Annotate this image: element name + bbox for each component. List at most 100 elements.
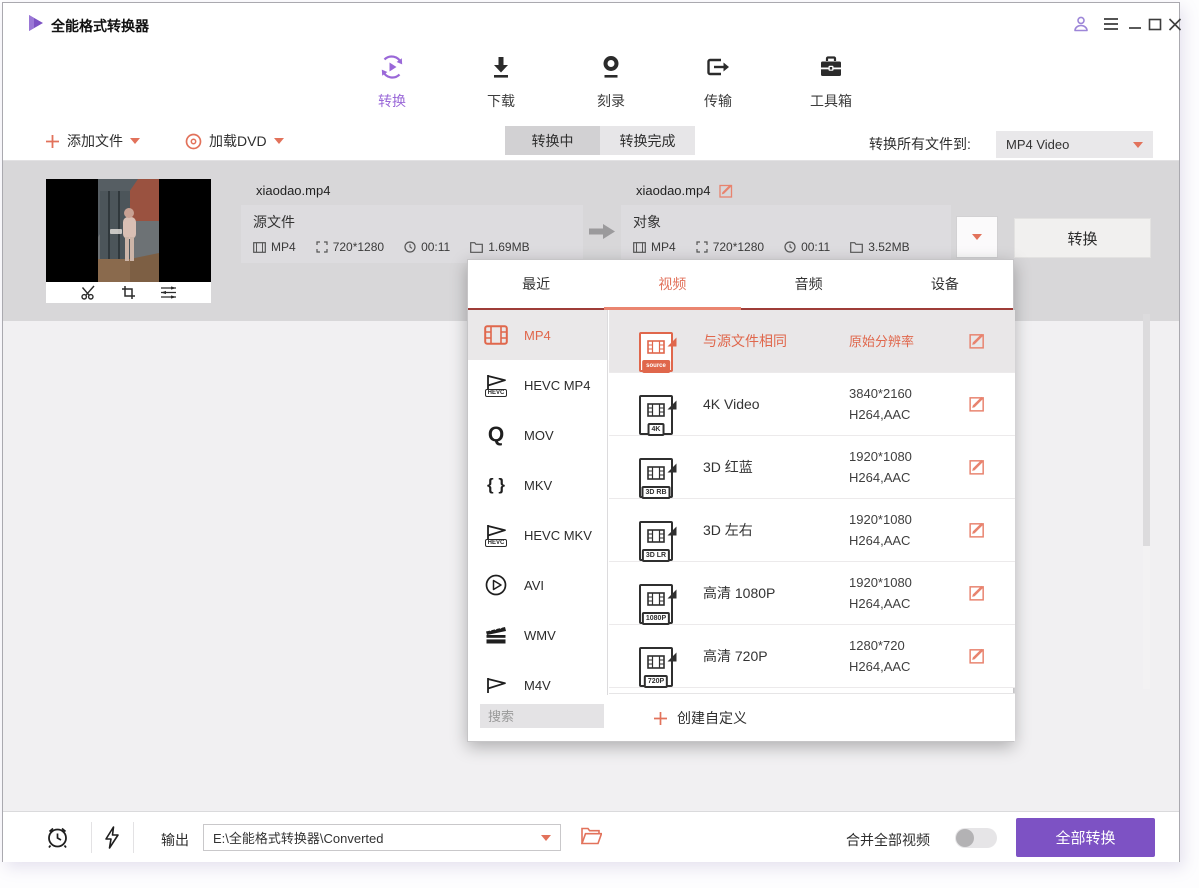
preset-scrollbar[interactable] <box>1143 314 1150 689</box>
tab-device[interactable]: 设备 <box>877 260 1013 308</box>
preset-same-as-source[interactable]: source 与源文件相同 原始分辨率 <box>609 310 1015 373</box>
minimize-icon[interactable] <box>1125 14 1145 34</box>
edit-preset-icon[interactable] <box>969 647 986 664</box>
preset-resolution: 3840*2160 <box>849 386 912 401</box>
format-item-mp4[interactable]: MP4 <box>468 310 607 360</box>
preset-3d-left-right[interactable]: 3D LR 3D 左右 1920*1080H264,AAC <box>609 499 1015 562</box>
quicktime-q-icon: Q <box>481 425 511 445</box>
nav-tab-convert[interactable]: 转换 <box>340 47 444 117</box>
preset-hd-1080p[interactable]: 1080P 高清 1080P 1920*1080H264,AAC <box>609 562 1015 625</box>
high-speed-icon[interactable] <box>103 826 121 849</box>
preset-name: 3D 左右 <box>703 520 753 540</box>
preset-specs: 1920*1080H264,AAC <box>849 446 912 488</box>
tab-converting[interactable]: 转换中 <box>505 126 600 155</box>
format-picker-tabs: 最近 视频 音频 设备 <box>468 260 1013 308</box>
load-dvd-button[interactable]: 加载DVD <box>185 130 284 152</box>
add-files-button[interactable]: 添加文件 <box>45 130 140 152</box>
account-icon[interactable] <box>1071 14 1091 34</box>
preset-resolution: 1280*720 <box>849 638 905 653</box>
preset-codec: H264,AAC <box>849 407 910 422</box>
effects-adjust-icon[interactable] <box>160 285 177 300</box>
preset-name: 高清 720P <box>703 646 768 666</box>
chevron-down-icon <box>541 835 551 841</box>
1080p-preset-icon: 1080P <box>639 584 673 624</box>
nav-tab-label: 转换 <box>340 91 444 111</box>
tab-audio[interactable]: 音频 <box>741 260 877 308</box>
meta-duration: 00:11 <box>404 240 450 254</box>
tab-recent[interactable]: 最近 <box>468 260 604 308</box>
convert-all-to-label: 转换所有文件到: <box>869 134 971 154</box>
convert-row-button[interactable]: 转换 <box>1014 218 1151 258</box>
nav-tab-toolbox[interactable]: 工具箱 <box>779 47 883 117</box>
meta-resolution: 720*1280 <box>696 240 764 254</box>
search-input[interactable] <box>480 704 604 728</box>
scrollbar-thumb[interactable] <box>1143 314 1150 546</box>
target-info-title: 对象 <box>633 212 939 232</box>
format-item-mkv[interactable]: { } MKV <box>468 460 607 510</box>
play-circle-icon <box>481 574 511 596</box>
meta-duration: 00:11 <box>784 240 830 254</box>
nav-tab-label: 工具箱 <box>779 91 883 111</box>
schedule-timer-icon[interactable] <box>45 825 70 850</box>
target-format-dropdown-button[interactable] <box>956 216 998 258</box>
meta-resolution: 720*1280 <box>316 240 384 254</box>
preset-codec: H264,AAC <box>849 659 910 674</box>
m4v-flag-icon <box>481 677 511 694</box>
convert-all-button[interactable]: 全部转换 <box>1016 818 1155 857</box>
preset-hd-720p[interactable]: 720P 高清 720P 1280*720H264,AAC <box>609 625 1015 688</box>
app-window: 全能格式转换器 转换 <box>2 2 1180 862</box>
trim-scissors-icon[interactable] <box>81 285 97 300</box>
preset-3d-red-blue[interactable]: 3D RB 3D 红蓝 1920*1080H264,AAC <box>609 436 1015 499</box>
clock-icon <box>784 241 796 253</box>
meta-size: 1.69MB <box>470 240 529 254</box>
preset-4k-video[interactable]: 4K 4K Video 3840*2160H264,AAC <box>609 373 1015 436</box>
preset-name: 高清 1080P <box>703 583 775 603</box>
resolution-icon <box>316 241 328 253</box>
meta-size-value: 1.69MB <box>488 240 529 254</box>
tab-video[interactable]: 视频 <box>604 260 740 308</box>
clapperboard-icon <box>481 625 511 645</box>
tab-finished[interactable]: 转换完成 <box>600 126 695 155</box>
crop-icon[interactable] <box>121 285 136 300</box>
edit-preset-icon[interactable] <box>969 332 986 349</box>
edit-preset-icon[interactable] <box>969 521 986 538</box>
preset-specs: 1280*720 H264,AAC <box>849 635 910 677</box>
merge-all-toggle[interactable] <box>955 828 997 848</box>
format-item-wmv[interactable]: WMV <box>468 610 607 660</box>
format-label: HEVC MKV <box>524 528 592 543</box>
preset-resolution: 原始分辨率 <box>849 331 914 352</box>
format-item-m4v[interactable]: M4V <box>468 660 607 695</box>
nav-tab-transfer[interactable]: 传输 <box>666 47 770 117</box>
menu-icon[interactable] <box>1101 14 1121 34</box>
mp4-film-icon <box>481 325 511 345</box>
close-icon[interactable] <box>1165 14 1185 34</box>
nav-tab-label: 刻录 <box>559 91 663 111</box>
nav-tab-download[interactable]: 下载 <box>449 47 553 117</box>
format-item-hevc-mkv[interactable]: HEVC HEVC MKV <box>468 510 607 560</box>
rename-edit-icon[interactable] <box>719 183 734 198</box>
open-folder-icon[interactable] <box>581 827 602 845</box>
create-custom-button[interactable]: 创建自定义 <box>653 708 747 728</box>
folder-icon <box>470 242 483 253</box>
hevc-flag-icon: HEVC <box>481 524 511 547</box>
output-label: 输出 <box>161 830 189 850</box>
format-label: MOV <box>524 428 554 443</box>
target-meta-row: MP4 720*1280 00:11 3.52MB <box>633 240 939 254</box>
meta-size-value: 3.52MB <box>868 240 909 254</box>
preset-panel: source 与源文件相同 原始分辨率 4K 4K Video 3840*216… <box>609 310 1015 693</box>
create-custom-label: 创建自定义 <box>677 708 747 728</box>
format-item-hevc-mp4[interactable]: HEVC HEVC MP4 <box>468 360 607 410</box>
edit-preset-icon[interactable] <box>969 458 986 475</box>
format-item-mov[interactable]: Q MOV <box>468 410 607 460</box>
edit-preset-icon[interactable] <box>969 584 986 601</box>
meta-duration-value: 00:11 <box>421 240 450 254</box>
plus-icon <box>653 711 668 726</box>
convert-all-format-select[interactable]: MP4 Video <box>996 131 1153 158</box>
format-item-avi[interactable]: AVI <box>468 560 607 610</box>
nav-tab-burn[interactable]: 刻录 <box>559 47 663 117</box>
output-path-select[interactable]: E:\全能格式转换器\Converted <box>203 824 561 851</box>
edit-preset-icon[interactable] <box>969 395 986 412</box>
divider <box>133 822 134 853</box>
film-icon <box>253 242 266 253</box>
maximize-icon[interactable] <box>1145 14 1165 34</box>
